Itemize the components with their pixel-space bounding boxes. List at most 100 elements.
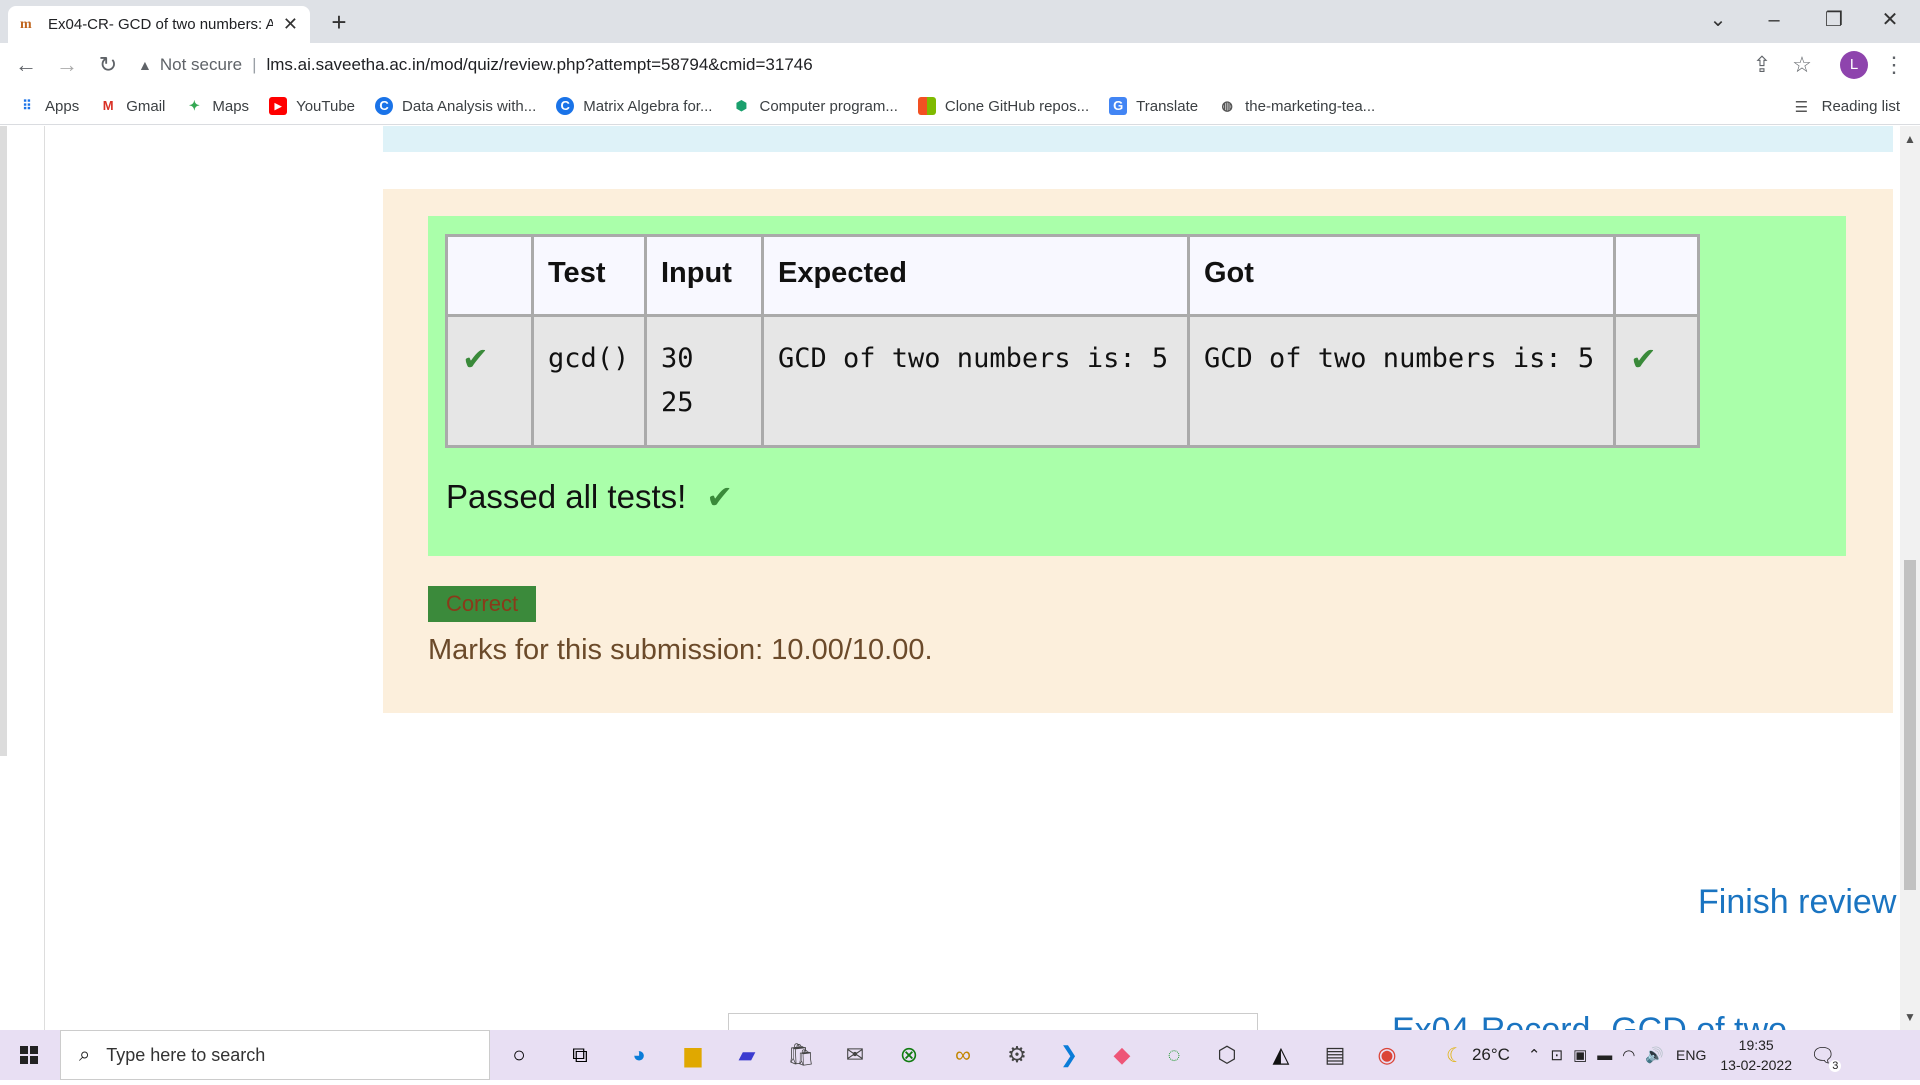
photos-icon[interactable]: ◭ bbox=[1262, 1036, 1300, 1074]
task-view-icon[interactable]: ⧉ bbox=[561, 1036, 599, 1074]
question-info-strip bbox=[383, 126, 1893, 152]
terminal-icon[interactable]: ▤ bbox=[1316, 1036, 1354, 1074]
apps-grid-icon: ⠿ bbox=[22, 98, 32, 113]
menu-kebab-icon[interactable]: ⋮ bbox=[1878, 49, 1910, 81]
bookmark-marketing[interactable]: ◍ the-marketing-tea... bbox=[1218, 97, 1375, 115]
moodle-favicon-icon: m bbox=[20, 16, 32, 32]
volume-icon[interactable]: 🔊 bbox=[1645, 1046, 1664, 1064]
correct-badge: Correct bbox=[428, 586, 536, 622]
tab-search-icon[interactable]: ⌄ bbox=[1690, 0, 1746, 40]
header-status bbox=[445, 234, 534, 317]
scroll-up-arrow-icon[interactable]: ▲ bbox=[1900, 132, 1920, 148]
wifi-icon[interactable]: ◠ bbox=[1622, 1046, 1635, 1064]
header-test: Test bbox=[531, 234, 647, 317]
edge-icon[interactable]: ◕ bbox=[620, 1036, 658, 1074]
tab-title: Ex04-CR- GCD of two numbers: A bbox=[48, 16, 273, 33]
bookmark-star-icon[interactable]: ☆ bbox=[1786, 49, 1818, 81]
refresh-app-icon[interactable]: ◌ bbox=[1155, 1036, 1193, 1074]
bookmark-clone-github[interactable]: Clone GitHub repos... bbox=[917, 97, 1090, 115]
bookmark-label: the-marketing-tea... bbox=[1245, 97, 1376, 115]
mail-icon[interactable]: ✉ bbox=[836, 1036, 874, 1074]
profile-avatar[interactable]: L bbox=[1840, 51, 1868, 79]
header-result bbox=[1613, 234, 1700, 317]
check-icon: ✔ bbox=[706, 478, 734, 516]
url-text[interactable]: lms.ai.saveetha.ac.in/mod/quiz/review.ph… bbox=[266, 55, 812, 75]
notification-count: 3 bbox=[1829, 1059, 1842, 1072]
bookmark-maps[interactable]: ✦ Maps bbox=[185, 97, 249, 115]
notification-icon[interactable]: 🗨 3 bbox=[1810, 1043, 1842, 1072]
header-expected: Expected bbox=[761, 234, 1190, 317]
clock[interactable]: 19:35 13-02-2022 bbox=[1720, 1035, 1792, 1075]
maximize-button[interactable]: ❐ bbox=[1806, 0, 1862, 40]
activity-jump-select[interactable] bbox=[728, 1013, 1258, 1030]
bookmark-data-analysis[interactable]: C Data Analysis with... bbox=[375, 97, 536, 115]
weather-moon-icon[interactable]: ☾ bbox=[1446, 1043, 1464, 1068]
navigation-bar: ← → ↻ ▲ Not secure | lms.ai.saveetha.ac.… bbox=[0, 43, 1920, 88]
microsoft-icon bbox=[917, 97, 936, 115]
vscode-icon[interactable]: ❯ bbox=[1050, 1036, 1088, 1074]
reading-list-button[interactable]: ☰ Reading list bbox=[1795, 88, 1900, 125]
left-scroll-indicator bbox=[0, 126, 7, 756]
passed-all-tests-message: Passed all tests! ✔ bbox=[446, 478, 733, 516]
bookmark-label: Data Analysis with... bbox=[402, 97, 537, 115]
tab-close-icon[interactable]: ✕ bbox=[283, 14, 298, 35]
table-row: ✔ gcd() 30 25 GCD of two numbers is: 5 GC… bbox=[445, 314, 1700, 448]
network-icon[interactable]: ⊡ bbox=[1551, 1046, 1564, 1064]
youtube-icon: ▶ bbox=[269, 97, 288, 115]
bookmark-youtube[interactable]: ▶ YouTube bbox=[269, 97, 355, 115]
windows-logo-icon bbox=[20, 1046, 38, 1064]
cortana-icon[interactable]: ○ bbox=[500, 1036, 538, 1074]
bookmark-label: Matrix Algebra for... bbox=[583, 97, 713, 115]
security-status[interactable]: Not secure bbox=[160, 55, 242, 75]
bookmark-computer-program[interactable]: ⬢ Computer program... bbox=[732, 97, 898, 115]
visual-studio-icon[interactable]: ▰ bbox=[728, 1036, 766, 1074]
input-line: 25 bbox=[661, 387, 694, 418]
new-tab-button[interactable]: + bbox=[322, 6, 356, 38]
temperature[interactable]: 26°C bbox=[1472, 1045, 1510, 1065]
back-icon[interactable]: ← bbox=[10, 49, 42, 81]
row-status-cell: ✔ bbox=[445, 314, 534, 448]
finish-review-link[interactable]: Finish review bbox=[1698, 883, 1896, 922]
bookmark-label: Computer program... bbox=[759, 97, 898, 115]
bookmark-label: Clone GitHub repos... bbox=[944, 97, 1090, 115]
bookmark-translate[interactable]: G Translate bbox=[1109, 97, 1198, 115]
file-explorer-icon[interactable]: ▆ bbox=[674, 1036, 712, 1074]
minimize-button[interactable]: – bbox=[1746, 0, 1802, 40]
next-activity-link[interactable]: Ex04-Record- GCD of two bbox=[1392, 1010, 1787, 1030]
start-button[interactable] bbox=[0, 1030, 58, 1080]
browser-tab[interactable]: m Ex04-CR- GCD of two numbers: A ✕ bbox=[8, 6, 310, 43]
unity-icon[interactable]: ⬡ bbox=[1208, 1036, 1246, 1074]
header-input: Input bbox=[644, 234, 764, 317]
expected-cell: GCD of two numbers is: 5 bbox=[761, 314, 1190, 448]
settings-gear-icon[interactable]: ⚙ bbox=[998, 1036, 1036, 1074]
url-separator: | bbox=[252, 55, 257, 74]
share-icon[interactable]: ⇪ bbox=[1746, 49, 1778, 81]
store-icon[interactable]: 🛍 bbox=[782, 1036, 820, 1074]
bookmark-gmail[interactable]: M Gmail bbox=[99, 97, 166, 115]
check-icon: ✔ bbox=[1630, 340, 1657, 378]
reading-list-icon: ☰ bbox=[1794, 98, 1809, 116]
address-bar[interactable]: ▲ Not secure | lms.ai.saveetha.ac.in/mod… bbox=[138, 48, 1818, 82]
forward-icon[interactable]: → bbox=[51, 49, 83, 81]
left-column-border bbox=[44, 126, 45, 1030]
battery-icon[interactable]: ▬ bbox=[1597, 1047, 1612, 1064]
window-close-button[interactable]: ✕ bbox=[1862, 0, 1918, 40]
scrollbar-thumb[interactable] bbox=[1904, 560, 1916, 890]
git-icon[interactable]: ◆ bbox=[1103, 1036, 1141, 1074]
bookmark-label: Translate bbox=[1136, 97, 1199, 115]
language-indicator[interactable]: ENG bbox=[1676, 1047, 1706, 1063]
clock-date: 13-02-2022 bbox=[1720, 1057, 1793, 1073]
reload-icon[interactable]: ↻ bbox=[92, 49, 124, 81]
got-cell: GCD of two numbers is: 5 bbox=[1187, 314, 1616, 448]
bookmark-apps[interactable]: ⠿ Apps bbox=[18, 97, 79, 115]
xbox-icon[interactable]: ⊗ bbox=[890, 1036, 928, 1074]
chrome-icon[interactable]: ◉ bbox=[1368, 1036, 1406, 1074]
taskbar-search-box[interactable]: ⌕ Type here to search bbox=[60, 1030, 490, 1080]
tray-chevron-up-icon[interactable]: ⌃ bbox=[1528, 1046, 1541, 1064]
media-app-icon[interactable]: ∞ bbox=[944, 1036, 982, 1074]
display-icon[interactable]: ▣ bbox=[1573, 1046, 1587, 1064]
translate-icon: G bbox=[1109, 97, 1128, 115]
check-icon: ✔ bbox=[462, 340, 489, 378]
scroll-down-arrow-icon[interactable]: ▼ bbox=[1900, 1010, 1920, 1026]
bookmark-matrix-algebra[interactable]: C Matrix Algebra for... bbox=[556, 97, 712, 115]
